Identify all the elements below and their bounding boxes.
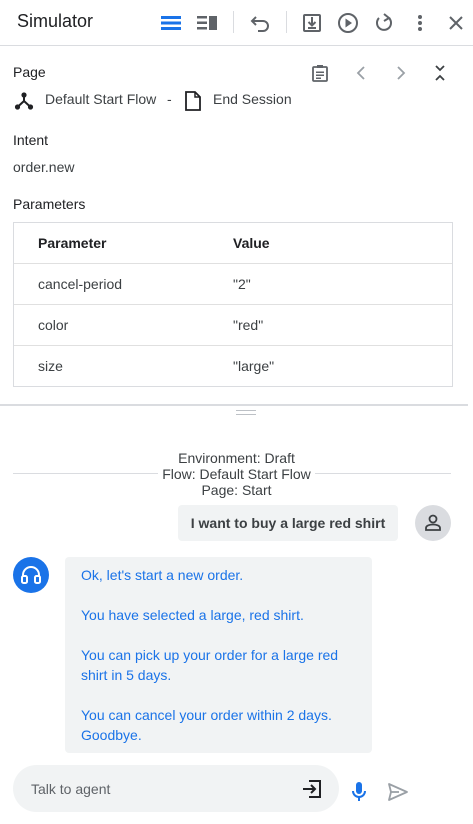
- simulator-title: Simulator: [17, 11, 94, 31]
- user-message: I want to buy a large red shirt: [178, 505, 398, 541]
- agent-message-line: Ok, let's start a new order.: [81, 567, 244, 583]
- user-avatar: [415, 505, 451, 541]
- agent-message-line: shirt in 5 days.: [81, 667, 172, 683]
- collapse-icon[interactable]: [429, 62, 451, 84]
- flow-name[interactable]: Default Start Flow: [45, 91, 156, 107]
- table-row: color "red": [14, 305, 452, 346]
- agent-message-line: You can cancel your order within 2 days.: [81, 707, 332, 723]
- intent-value: order.new: [13, 159, 75, 175]
- undo-icon[interactable]: [247, 10, 273, 36]
- split-view-icon[interactable]: [194, 10, 220, 36]
- page-name[interactable]: End Session: [213, 91, 292, 107]
- resize-handle[interactable]: [236, 410, 256, 415]
- header-separator: [286, 11, 287, 33]
- page-text: Page: Start: [0, 482, 473, 498]
- panel-divider: [0, 404, 468, 406]
- more-vert-icon[interactable]: [407, 10, 433, 36]
- person-icon: [425, 514, 441, 531]
- parameter-name: cancel-period: [38, 276, 123, 292]
- page-icon: [182, 90, 204, 112]
- environment-text: Environment: Draft: [0, 450, 473, 466]
- column-header-parameter: Parameter: [38, 235, 107, 251]
- chat-input-container: [13, 765, 339, 812]
- download-icon[interactable]: [299, 10, 325, 36]
- intent-label: Intent: [13, 132, 49, 148]
- chevron-right-icon[interactable]: [390, 62, 412, 84]
- end-session-icon[interactable]: [300, 777, 324, 801]
- flow-text: Flow: Default Start Flow: [0, 466, 473, 482]
- microphone-icon[interactable]: [348, 780, 370, 804]
- parameter-value: "red": [233, 317, 264, 333]
- page-label: Page: [13, 64, 46, 80]
- parameter-value: "2": [233, 276, 251, 292]
- play-icon[interactable]: [335, 10, 361, 36]
- table-header-row: Parameter Value: [14, 223, 452, 264]
- agent-message-line: Goodbye.: [81, 727, 142, 743]
- table-row: size "large": [14, 346, 452, 387]
- flow-icon: [13, 90, 35, 112]
- agent-message-line: You can pick up your order for a large r…: [81, 647, 339, 663]
- agent-message-line: You have selected a large, red shirt.: [81, 607, 304, 623]
- list-view-icon[interactable]: [158, 10, 184, 36]
- agent-avatar: [13, 557, 49, 593]
- parameter-value: "large": [233, 358, 275, 374]
- reset-icon[interactable]: [371, 10, 397, 36]
- parameter-name: color: [38, 317, 69, 333]
- talk-to-agent-input[interactable]: [31, 778, 291, 800]
- table-row: cancel-period "2": [14, 264, 452, 305]
- column-header-value: Value: [233, 235, 270, 251]
- chevron-left-icon[interactable]: [350, 62, 372, 84]
- flow-page-separator: -: [167, 91, 172, 107]
- header-separator: [233, 11, 234, 33]
- headset-icon: [21, 566, 41, 584]
- send-icon[interactable]: [386, 780, 410, 804]
- clipboard-icon[interactable]: [309, 62, 331, 84]
- parameters-label: Parameters: [13, 196, 86, 212]
- parameters-table: Parameter Value cancel-period "2" color …: [13, 222, 453, 387]
- simulator-header: Simulator: [0, 0, 473, 46]
- close-icon[interactable]: [443, 10, 469, 36]
- parameter-name: size: [38, 358, 63, 374]
- agent-message: Ok, let's start a new order. You have se…: [65, 557, 372, 753]
